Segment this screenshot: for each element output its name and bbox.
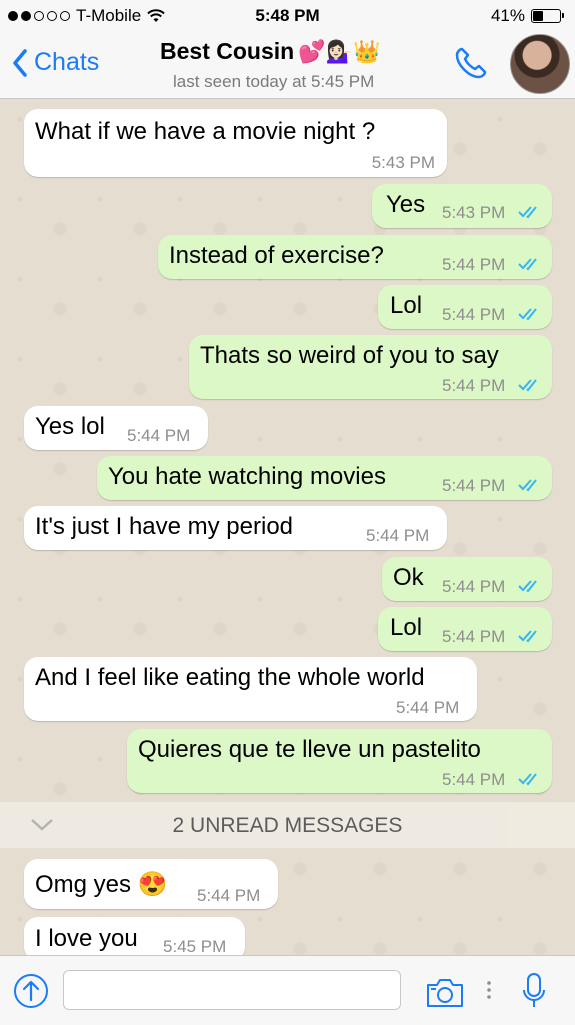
read-receipt-icon <box>518 773 537 786</box>
message-time: 5:43 PM <box>371 153 435 172</box>
message-text: Omg yes 😍 <box>35 871 168 898</box>
message-text: Yes <box>386 191 426 218</box>
message-bubble-incoming[interactable]: Omg yes 😍 5:44 PM <box>24 859 278 909</box>
read-receipt-icon <box>518 580 537 593</box>
message-time: 5:44 PM <box>396 698 460 717</box>
last-seen-status: last seen today at 5:45 PM <box>173 72 375 91</box>
contact-name[interactable]: Best Cousin 💕💁🏻‍♀️👑 <box>160 38 380 65</box>
message-bubble-outgoing[interactable]: You hate watching movies 5:44 PM <box>97 456 552 500</box>
message-text: It's just I have my period <box>35 513 294 540</box>
message-time: 5:44 PM <box>442 305 506 324</box>
message-time: 5:44 PM <box>366 526 430 545</box>
message-time: 5:44 PM <box>442 376 506 395</box>
message-text: Lol <box>390 614 423 641</box>
read-receipt-icon <box>518 630 537 643</box>
message-text: Lol <box>390 292 423 319</box>
contact-name-emojis: 💕💁🏻‍♀️👑 <box>298 38 381 64</box>
contact-name-text: Best Cousin <box>160 38 295 64</box>
phone-icon <box>455 47 487 79</box>
message-time: 5:44 PM <box>197 886 261 905</box>
message-bubble-outgoing[interactable]: Lol 5:44 PM <box>378 285 552 329</box>
read-receipt-icon <box>518 206 537 219</box>
read-receipt-icon <box>518 308 537 321</box>
message-bubble-outgoing[interactable]: Lol 5:44 PM <box>378 607 552 651</box>
unread-messages-label: 2 UNREAD MESSAGES <box>172 814 403 837</box>
message-list[interactable]: What if we have a movie night ? 5:43 PM … <box>0 99 575 955</box>
battery-percent: 41% <box>490 6 525 25</box>
chat-header: Chats Best Cousin 💕💁🏻‍♀️👑 last seen toda… <box>0 32 575 99</box>
microphone-icon <box>523 973 545 1007</box>
message-time: 5:44 PM <box>442 770 506 789</box>
attach-button[interactable] <box>13 973 49 1014</box>
message-bubble-outgoing[interactable]: Thats so weird of you to say 5:44 PM <box>189 335 552 399</box>
message-time: 5:44 PM <box>442 255 506 274</box>
read-receipt-icon <box>518 479 537 492</box>
call-button[interactable] <box>453 45 489 86</box>
clock: 5:48 PM <box>255 6 320 25</box>
upload-arrow-icon <box>14 974 48 1008</box>
message-time: 5:43 PM <box>442 203 506 222</box>
unread-messages-divider: 2 UNREAD MESSAGES <box>0 802 575 848</box>
message-time: 5:44 PM <box>127 426 191 445</box>
message-time: 5:45 PM <box>163 937 227 955</box>
message-bubble-incoming[interactable]: Yes lol 5:44 PM <box>24 406 208 450</box>
message-text: I love you <box>35 925 138 952</box>
read-receipt-icon <box>518 258 537 271</box>
camera-button[interactable] <box>425 978 465 1013</box>
message-time: 5:44 PM <box>442 577 506 596</box>
message-bubble-outgoing[interactable]: Ok 5:44 PM <box>382 557 552 601</box>
message-bubble-outgoing[interactable]: Yes 5:43 PM <box>372 184 552 228</box>
message-bubble-outgoing[interactable]: Quieres que te lleve un pastelito 5:44 P… <box>127 729 552 793</box>
message-bubble-incoming[interactable]: It's just I have my period 5:44 PM <box>24 506 447 550</box>
read-receipt-icon <box>518 379 537 392</box>
battery-icon <box>531 9 564 23</box>
message-text: And I feel like eating the whole world <box>35 664 425 691</box>
message-time: 5:44 PM <box>442 476 506 495</box>
message-text: Quieres que te lleve un pastelito <box>138 736 481 763</box>
back-label: Chats <box>34 48 100 76</box>
compose-bar <box>0 955 575 1025</box>
message-time: 5:44 PM <box>442 627 506 646</box>
battery-info: 41% <box>490 6 564 26</box>
message-text: Instead of exercise? <box>169 242 384 269</box>
more-dots-icon <box>487 981 491 999</box>
message-bubble-outgoing[interactable]: Instead of exercise? 5:44 PM <box>158 235 552 279</box>
message-text: Ok <box>393 564 424 591</box>
camera-icon <box>427 979 463 1007</box>
message-text: Yes lol <box>35 413 105 440</box>
message-bubble-incoming[interactable]: What if we have a movie night ? 5:43 PM <box>24 109 447 177</box>
message-text: You hate watching movies <box>108 463 386 490</box>
message-text: Thats so weird of you to say <box>200 342 499 369</box>
back-button[interactable]: Chats <box>12 48 99 77</box>
contact-avatar[interactable] <box>510 34 570 94</box>
message-bubble-incoming[interactable]: I love you 5:45 PM <box>24 917 245 955</box>
message-bubble-incoming[interactable]: And I feel like eating the whole world 5… <box>24 657 477 721</box>
message-text: What if we have a movie night ? <box>35 118 376 145</box>
message-input[interactable] <box>63 970 401 1010</box>
voice-record-button[interactable] <box>522 972 546 1015</box>
chevron-left-icon <box>13 48 27 77</box>
status-bar: T-Mobile 5:48 PM 41% <box>0 0 575 32</box>
